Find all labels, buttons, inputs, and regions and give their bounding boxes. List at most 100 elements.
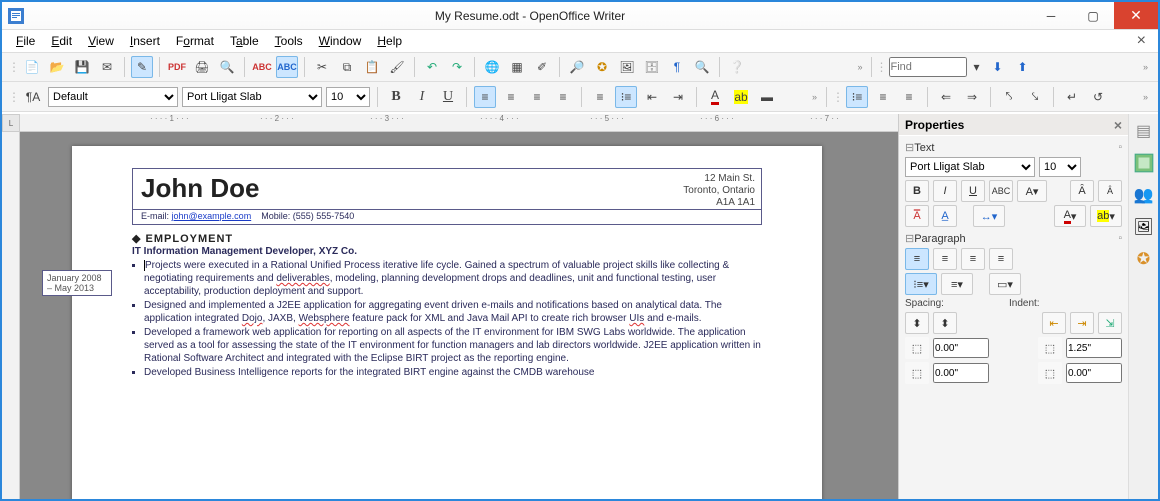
- nonprinting-button[interactable]: ¶: [666, 56, 688, 78]
- close-document-button[interactable]: ×: [1131, 30, 1152, 52]
- space-below-field[interactable]: [933, 363, 989, 383]
- close-panel-button[interactable]: ×: [1114, 117, 1122, 133]
- edit-mode-button[interactable]: ✎: [131, 56, 153, 78]
- hyperlink-button[interactable]: 🌐: [481, 56, 503, 78]
- undo-button[interactable]: ↶: [421, 56, 443, 78]
- find-replace-button[interactable]: 🔎: [566, 56, 588, 78]
- indent-left-field[interactable]: [1066, 338, 1122, 358]
- paragraph-section-header[interactable]: Paragraph▫: [905, 232, 1122, 245]
- close-button[interactable]: ✕: [1114, 2, 1158, 29]
- find-next-button[interactable]: ⬇: [987, 56, 1009, 78]
- demote-button[interactable]: ⇒: [961, 86, 983, 108]
- sidebar-bold-button[interactable]: B: [905, 180, 929, 202]
- sidebar-align-left[interactable]: ≡: [905, 248, 929, 270]
- sidebar-font-combo[interactable]: Port Lligat Slab: [905, 157, 1035, 177]
- help-button[interactable]: ❔: [726, 56, 748, 78]
- sidebar-tab-handle[interactable]: ▤: [1133, 120, 1155, 142]
- find-input[interactable]: [889, 57, 967, 77]
- menu-format[interactable]: Format: [170, 32, 220, 50]
- date-frame[interactable]: January 2008 – May 2013: [42, 270, 112, 296]
- font-color-button[interactable]: A: [704, 86, 726, 108]
- find-prev-button[interactable]: ⬆: [1012, 56, 1034, 78]
- sidebar-numbering-btn[interactable]: ≡▾: [941, 273, 973, 295]
- font-name-combo[interactable]: Port Lligat Slab: [182, 87, 322, 107]
- find-dropdown[interactable]: ▾: [970, 56, 984, 78]
- menu-window[interactable]: Window: [313, 32, 368, 50]
- export-pdf-button[interactable]: PDF: [166, 56, 188, 78]
- sidebar-align-justify[interactable]: ≡: [989, 248, 1013, 270]
- show-draw-button[interactable]: ✐: [531, 56, 553, 78]
- insert-unnumbered-button[interactable]: ↵: [1061, 86, 1083, 108]
- toolbar-grip[interactable]: ⋮: [10, 56, 18, 78]
- bullets-button[interactable]: ⁝≡: [615, 86, 637, 108]
- sidebar-italic-button[interactable]: I: [933, 180, 957, 202]
- menu-edit[interactable]: Edit: [45, 32, 78, 50]
- minimize-button[interactable]: ─: [1030, 2, 1072, 29]
- indent-inc-button[interactable]: ⇥: [1070, 312, 1094, 334]
- maximize-button[interactable]: ▢: [1072, 2, 1114, 29]
- redo-button[interactable]: ↷: [446, 56, 468, 78]
- datasources-button[interactable]: 🗄: [641, 56, 663, 78]
- background-button[interactable]: ▬: [756, 86, 778, 108]
- format-grip[interactable]: ⋮: [10, 86, 18, 108]
- promote-button[interactable]: ⇐: [935, 86, 957, 108]
- vertical-ruler[interactable]: [2, 132, 20, 499]
- move-down-with-sub-button[interactable]: ⤥: [1024, 86, 1046, 108]
- sidebar-underline-button[interactable]: U: [961, 180, 985, 202]
- sidebar-grow-button[interactable]: Ȃ: [1070, 180, 1094, 202]
- sidebar-highlight-button[interactable]: ab▾: [1090, 205, 1122, 227]
- save-button[interactable]: 💾: [71, 56, 93, 78]
- styles-tab-icon[interactable]: 👥: [1133, 184, 1155, 206]
- sidebar-super-button[interactable]: A̿: [905, 205, 929, 227]
- align-justify-button[interactable]: ≡: [552, 86, 574, 108]
- hanging-indent-button[interactable]: ⇲: [1098, 312, 1122, 334]
- zoom-button[interactable]: 🔍: [691, 56, 713, 78]
- font-size-combo[interactable]: 10: [326, 87, 370, 107]
- spellcheck-button[interactable]: ABC: [251, 56, 273, 78]
- format-paintbrush-button[interactable]: 🖌: [386, 56, 408, 78]
- increase-indent-button[interactable]: ⇥: [667, 86, 689, 108]
- restart-numbering-button[interactable]: ↺: [1087, 86, 1109, 108]
- navigator-tab-icon[interactable]: ✪: [1133, 248, 1155, 270]
- list-off-button[interactable]: ≡: [898, 86, 920, 108]
- indent-right-field[interactable]: [1066, 363, 1122, 383]
- paste-button[interactable]: 📋: [361, 56, 383, 78]
- new-doc-button[interactable]: 📄: [21, 56, 43, 78]
- menu-help[interactable]: Help: [371, 32, 408, 50]
- find-grip[interactable]: ⋮: [878, 56, 886, 78]
- preview-button[interactable]: 🔍: [216, 56, 238, 78]
- list-overflow[interactable]: »: [1141, 92, 1150, 102]
- cut-button[interactable]: ✂: [311, 56, 333, 78]
- bold-button[interactable]: B: [385, 86, 407, 108]
- gallery-button[interactable]: 🖼: [616, 56, 638, 78]
- gallery-tab-icon[interactable]: 🖼: [1133, 216, 1155, 238]
- header-frame[interactable]: John Doe 12 Main St. Toronto, Ontario A1…: [132, 168, 762, 225]
- sidebar-size-combo[interactable]: 10: [1039, 157, 1081, 177]
- sidebar-sub-button[interactable]: A̲: [933, 205, 957, 227]
- align-center-button[interactable]: ≡: [500, 86, 522, 108]
- horizontal-ruler[interactable]: · · · · 1 · · · · · · 2 · · · · · · 3 · …: [20, 114, 898, 132]
- table-button[interactable]: ▦: [506, 56, 528, 78]
- page[interactable]: January 2008 – May 2013 John Doe 12 Main…: [72, 146, 822, 499]
- space-above-field[interactable]: [933, 338, 989, 358]
- sidebar-spacing-button[interactable]: ↔▾: [973, 205, 1005, 227]
- list-bullets-button[interactable]: ⁝≡: [846, 86, 868, 108]
- menu-view[interactable]: View: [82, 32, 120, 50]
- highlight-button[interactable]: ab: [730, 86, 752, 108]
- sidebar-strike-button[interactable]: ABC: [989, 180, 1013, 202]
- document-area[interactable]: L · · · · 1 · · · · · · 2 · · · · · · 3 …: [2, 114, 898, 499]
- properties-tab-icon[interactable]: [1133, 152, 1155, 174]
- copy-button[interactable]: ⧉: [336, 56, 358, 78]
- navigator-button[interactable]: ✪: [591, 56, 613, 78]
- sidebar-align-right[interactable]: ≡: [961, 248, 985, 270]
- list-numbering-button[interactable]: ≡: [872, 86, 894, 108]
- align-right-button[interactable]: ≡: [526, 86, 548, 108]
- align-left-button[interactable]: ≡: [474, 86, 496, 108]
- find-overflow[interactable]: »: [1141, 62, 1150, 72]
- sidebar-shadow-button[interactable]: A▾: [1017, 180, 1047, 202]
- italic-button[interactable]: I: [411, 86, 433, 108]
- email-link[interactable]: john@example.com: [172, 211, 252, 221]
- menu-insert[interactable]: Insert: [124, 32, 166, 50]
- menu-file[interactable]: File: [10, 32, 41, 50]
- menu-table[interactable]: Table: [224, 32, 265, 50]
